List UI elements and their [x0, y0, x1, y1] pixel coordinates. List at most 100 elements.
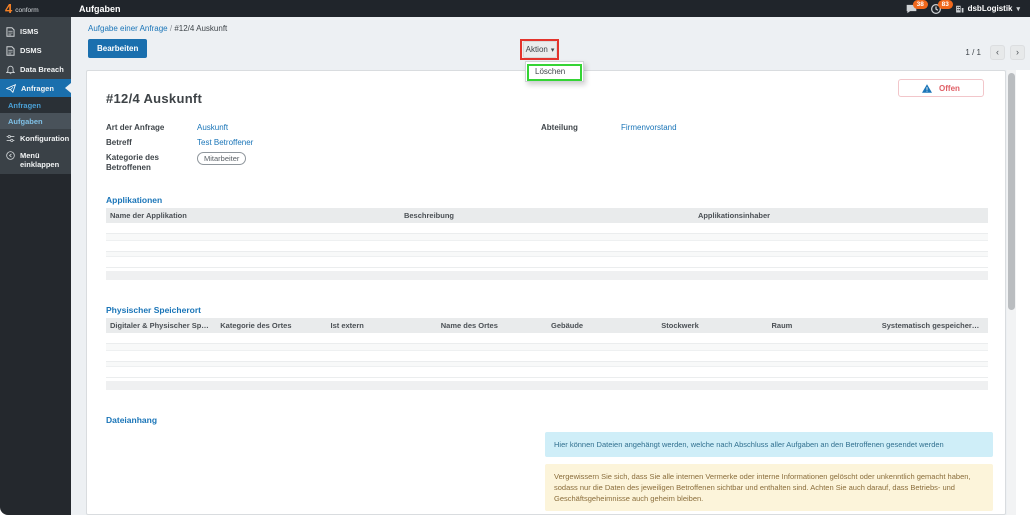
app-logo[interactable]: 4 conform: [0, 0, 71, 17]
sidebar-item-label: ISMS: [20, 27, 38, 36]
caret-down-icon: ▾: [551, 46, 555, 54]
field-value-betreff[interactable]: Test Betroffener: [197, 138, 253, 147]
scrollbar-track[interactable]: [1007, 70, 1016, 515]
field-value-abteilung[interactable]: Firmenvorstand: [621, 123, 677, 132]
sidebar-subitem-label: Anfragen: [8, 101, 41, 110]
sidebar-item-label: Konfiguration: [20, 134, 69, 143]
table-footer-strip: [106, 271, 988, 280]
sidebar-item-label: Data Breach: [20, 65, 64, 74]
app-window: 4 conform Aufgaben 38 83 dsbLogistik ▾: [0, 0, 1030, 515]
applications-table: Name der Applikation Beschreibung Applik…: [106, 208, 988, 280]
org-menu[interactable]: dsbLogistik ▾: [955, 4, 1020, 13]
sidebar-item-konfiguration[interactable]: Konfiguration: [0, 129, 71, 148]
field-label-kategorie: Kategorie des Betroffenen: [106, 153, 176, 173]
pagination-label: 1 / 1: [965, 48, 981, 57]
topbar: 4 conform Aufgaben 38 83 dsbLogistik ▾: [0, 0, 1030, 17]
field-label-betreff: Betreff: [106, 138, 196, 148]
sidebar-item-data-breach[interactable]: Data Breach: [0, 60, 71, 79]
table-footer-strip: [106, 381, 988, 390]
column-header: Kategorie des Ortes: [216, 321, 326, 330]
column-header: Raum: [768, 321, 878, 330]
table-empty-row: [106, 351, 988, 362]
action-dropdown-menu: Löschen: [525, 61, 584, 82]
messages-button[interactable]: 38: [906, 4, 917, 14]
chevron-left-icon: ‹: [996, 48, 999, 57]
attachments-info-box: Hier können Dateien angehängt werden, we…: [545, 432, 993, 457]
breadcrumb: Aufgabe einer Anfrage / #12/4 Auskunft: [88, 24, 227, 33]
send-icon: [6, 84, 16, 93]
status-badge: Offen: [898, 79, 984, 97]
edit-button[interactable]: Bearbeiten: [88, 39, 147, 58]
sidebar-subnav: Anfragen Aufgaben: [0, 97, 71, 129]
column-header: Applikationsinhaber: [694, 211, 988, 220]
column-header: Gebäude: [547, 321, 657, 330]
sliders-icon: [6, 134, 15, 143]
table-empty-row: [106, 367, 988, 378]
sidebar-subitem-label: Aufgaben: [8, 117, 43, 126]
sidebar-item-isms[interactable]: ISMS: [0, 22, 71, 41]
collapse-icon: [6, 151, 15, 160]
breadcrumb-current: #12/4 Auskunft: [174, 24, 227, 33]
column-header: Beschreibung: [400, 211, 694, 220]
applications-table-header: Name der Applikation Beschreibung Applik…: [106, 208, 988, 223]
locations-table-header: Digitaler & Physischer Sp… Kategorie des…: [106, 318, 988, 333]
org-label: dsbLogistik: [968, 4, 1013, 13]
sidebar-item-label: Anfragen: [21, 84, 54, 93]
document-icon: [6, 27, 15, 37]
document-icon: [6, 46, 15, 56]
kategorie-chip: Mitarbeiter: [197, 152, 246, 165]
sidebar-nav: ISMS DSMS Data Breach Anfragen Anfragen: [0, 17, 71, 174]
brand-name: conform: [15, 7, 38, 14]
detail-title: #12/4 Auskunft: [106, 91, 202, 106]
status-label: Offen: [939, 84, 960, 93]
action-button[interactable]: Aktion ▾: [523, 41, 557, 58]
column-header: Ist extern: [327, 321, 437, 330]
table-empty-row: [106, 344, 988, 351]
action-button-label: Aktion: [526, 45, 548, 54]
sidebar-item-dsms[interactable]: DSMS: [0, 41, 71, 60]
logo-4-icon: 4: [5, 2, 12, 15]
sidebar-item-collapse-menu[interactable]: Menü einklappen: [0, 148, 71, 174]
locations-heading: Physischer Speicherort: [106, 305, 201, 315]
topbar-actions: 38 83 dsbLogistik ▾: [906, 4, 1030, 14]
scrollbar-thumb[interactable]: [1008, 73, 1015, 310]
bell-icon: [6, 65, 15, 75]
column-header: Name der Applikation: [106, 211, 400, 220]
field-value-art[interactable]: Auskunft: [197, 123, 228, 132]
field-label-art: Art der Anfrage: [106, 123, 196, 133]
next-page-button[interactable]: ›: [1010, 45, 1025, 60]
pending-button[interactable]: 83: [931, 4, 941, 14]
sidebar-item-anfragen[interactable]: Anfragen: [0, 79, 71, 97]
task-detail-card: #12/4 Auskunft Offen Art der Anfrage Aus…: [86, 70, 1006, 515]
menu-item-delete[interactable]: Löschen: [526, 62, 583, 81]
attachments-heading: Dateianhang: [106, 415, 157, 425]
locations-table: Digitaler & Physischer Sp… Kategorie des…: [106, 318, 988, 390]
warning-triangle-icon: [922, 84, 932, 93]
sidebar: ISMS DSMS Data Breach Anfragen Anfragen: [0, 17, 71, 515]
applications-heading: Applikationen: [106, 195, 162, 205]
field-label-abteilung: Abteilung: [541, 123, 631, 133]
table-empty-row: [106, 223, 988, 234]
attachments-warning-box: Vergewissern Sie sich, dass Sie alle int…: [545, 464, 993, 511]
sidebar-subitem-aufgaben[interactable]: Aufgaben: [0, 113, 71, 129]
column-header: Systematisch gespeicher…: [878, 321, 988, 330]
active-notch: [65, 83, 71, 93]
table-empty-row: [106, 234, 988, 241]
sidebar-item-label: DSMS: [20, 46, 42, 55]
page-title: Aufgaben: [79, 4, 121, 14]
caret-down-icon: ▾: [1016, 5, 1020, 13]
content-area: Aufgabe einer Anfrage / #12/4 Auskunft B…: [71, 17, 1030, 515]
breadcrumb-parent-link[interactable]: Aufgabe einer Anfrage: [88, 24, 168, 33]
table-empty-row: [106, 257, 988, 268]
table-empty-row: [106, 241, 988, 252]
sidebar-item-label: Menü einklappen: [20, 151, 59, 169]
right-gutter: [1016, 70, 1030, 515]
sidebar-subitem-anfragen[interactable]: Anfragen: [0, 97, 71, 113]
messages-badge: 38: [913, 0, 928, 9]
column-header: Digitaler & Physischer Sp…: [106, 321, 216, 330]
pagination: 1 / 1 ‹ ›: [965, 45, 1030, 60]
building-icon: [955, 4, 964, 13]
prev-page-button[interactable]: ‹: [990, 45, 1005, 60]
table-empty-row: [106, 333, 988, 344]
breadcrumb-separator: /: [170, 24, 172, 33]
